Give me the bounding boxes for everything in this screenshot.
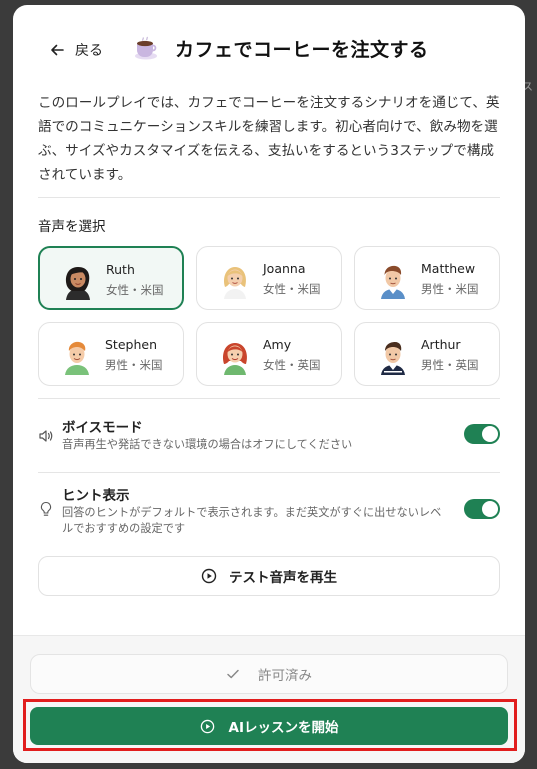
divider [38,472,500,473]
voice-card-arthur[interactable]: Arthur 男性・英国 [354,322,500,386]
avatar-stephen [65,341,89,375]
page-title: カフェでコーヒーを注文する [175,39,429,61]
voice-card-joanna[interactable]: Joanna 女性・米国 [196,246,342,310]
scenario-description: このロールプレイでは、カフェでコーヒーを注文するシナリオを通じて、英語でのコミュ… [38,95,500,183]
speaker-icon [39,430,53,442]
voice-card-ruth[interactable]: Ruth 女性・米国 [38,246,184,310]
modal-content: 戻る カフェでコーヒーを注文する このロールプレイでは、カフェでコーヒーを注文す… [13,5,525,635]
voice-name: Stephen [105,337,157,352]
check-icon [227,669,239,679]
hint-toggle[interactable] [464,499,500,519]
permitted-button[interactable]: 許可済み [30,654,508,694]
voice-name: Amy [263,337,292,352]
avatar-arthur [381,342,405,375]
voice-meta: 女性・英国 [263,358,321,372]
toggle-knob [482,501,498,517]
voice-meta: 女性・米国 [263,282,321,296]
test-audio-button[interactable]: テスト音声を再生 [38,556,500,596]
voice-meta: 男性・米国 [421,282,479,296]
voice-card-stephen[interactable]: Stephen 男性・米国 [38,322,184,386]
toggle-knob [482,426,498,442]
permitted-label: 許可済み [258,668,312,684]
voice-card-matthew[interactable]: Matthew 男性・米国 [354,246,500,310]
start-label: AIレッスンを開始 [228,720,339,736]
avatar-amy [223,343,247,375]
divider [38,197,500,198]
start-ai-lesson-button[interactable]: AIレッスンを開始 [30,707,508,745]
voice-mode-setting: ボイスモード 音声再生や発話できない環境の場合はオフにしてください [38,416,500,456]
voice-name: Arthur [421,337,461,352]
divider [38,398,500,399]
coffee-cup-icon [135,36,157,60]
test-audio-label: テスト音声を再生 [229,570,337,586]
voice-section-label: 音声を選択 [38,219,106,235]
back-button[interactable]: 戻る [49,38,103,62]
modal-footer: 許可済み AIレッスンを開始 [13,635,525,763]
voice-name: Joanna [263,261,306,276]
avatar-ruth [65,267,90,300]
modal-header: 戻る カフェでコーヒーを注文する [13,5,525,91]
voice-meta: 男性・米国 [105,358,163,372]
voice-name: Matthew [421,261,476,276]
voice-card-amy[interactable]: Amy 女性・英国 [196,322,342,386]
hint-description: 回答のヒントがデフォルトで表示されます。まだ英文がすぐに出せないレベルでおすすめ… [62,506,442,535]
lightbulb-icon [40,501,52,516]
arrow-left-icon [51,44,64,56]
hint-title: ヒント表示 [62,488,130,504]
voice-name: Ruth [106,262,135,277]
avatar-joanna [224,267,246,299]
voice-mode-toggle[interactable] [464,424,500,444]
voice-meta: 女性・米国 [106,283,164,297]
voice-meta: 男性・英国 [421,358,479,372]
back-label: 戻る [75,43,103,59]
roleplay-setup-modal: 戻る カフェでコーヒーを注文する このロールプレイでは、カフェでコーヒーを注文す… [13,5,525,763]
play-circle-icon [201,568,217,584]
avatar-matthew [381,265,405,299]
voice-mode-description: 音声再生や発話できない環境の場合はオフにしてください [62,438,353,451]
play-circle-icon [200,719,214,733]
voice-mode-title: ボイスモード [62,420,143,436]
hint-setting: ヒント表示 回答のヒントがデフォルトで表示されます。まだ英文がすぐに出せないレベ… [38,484,500,536]
